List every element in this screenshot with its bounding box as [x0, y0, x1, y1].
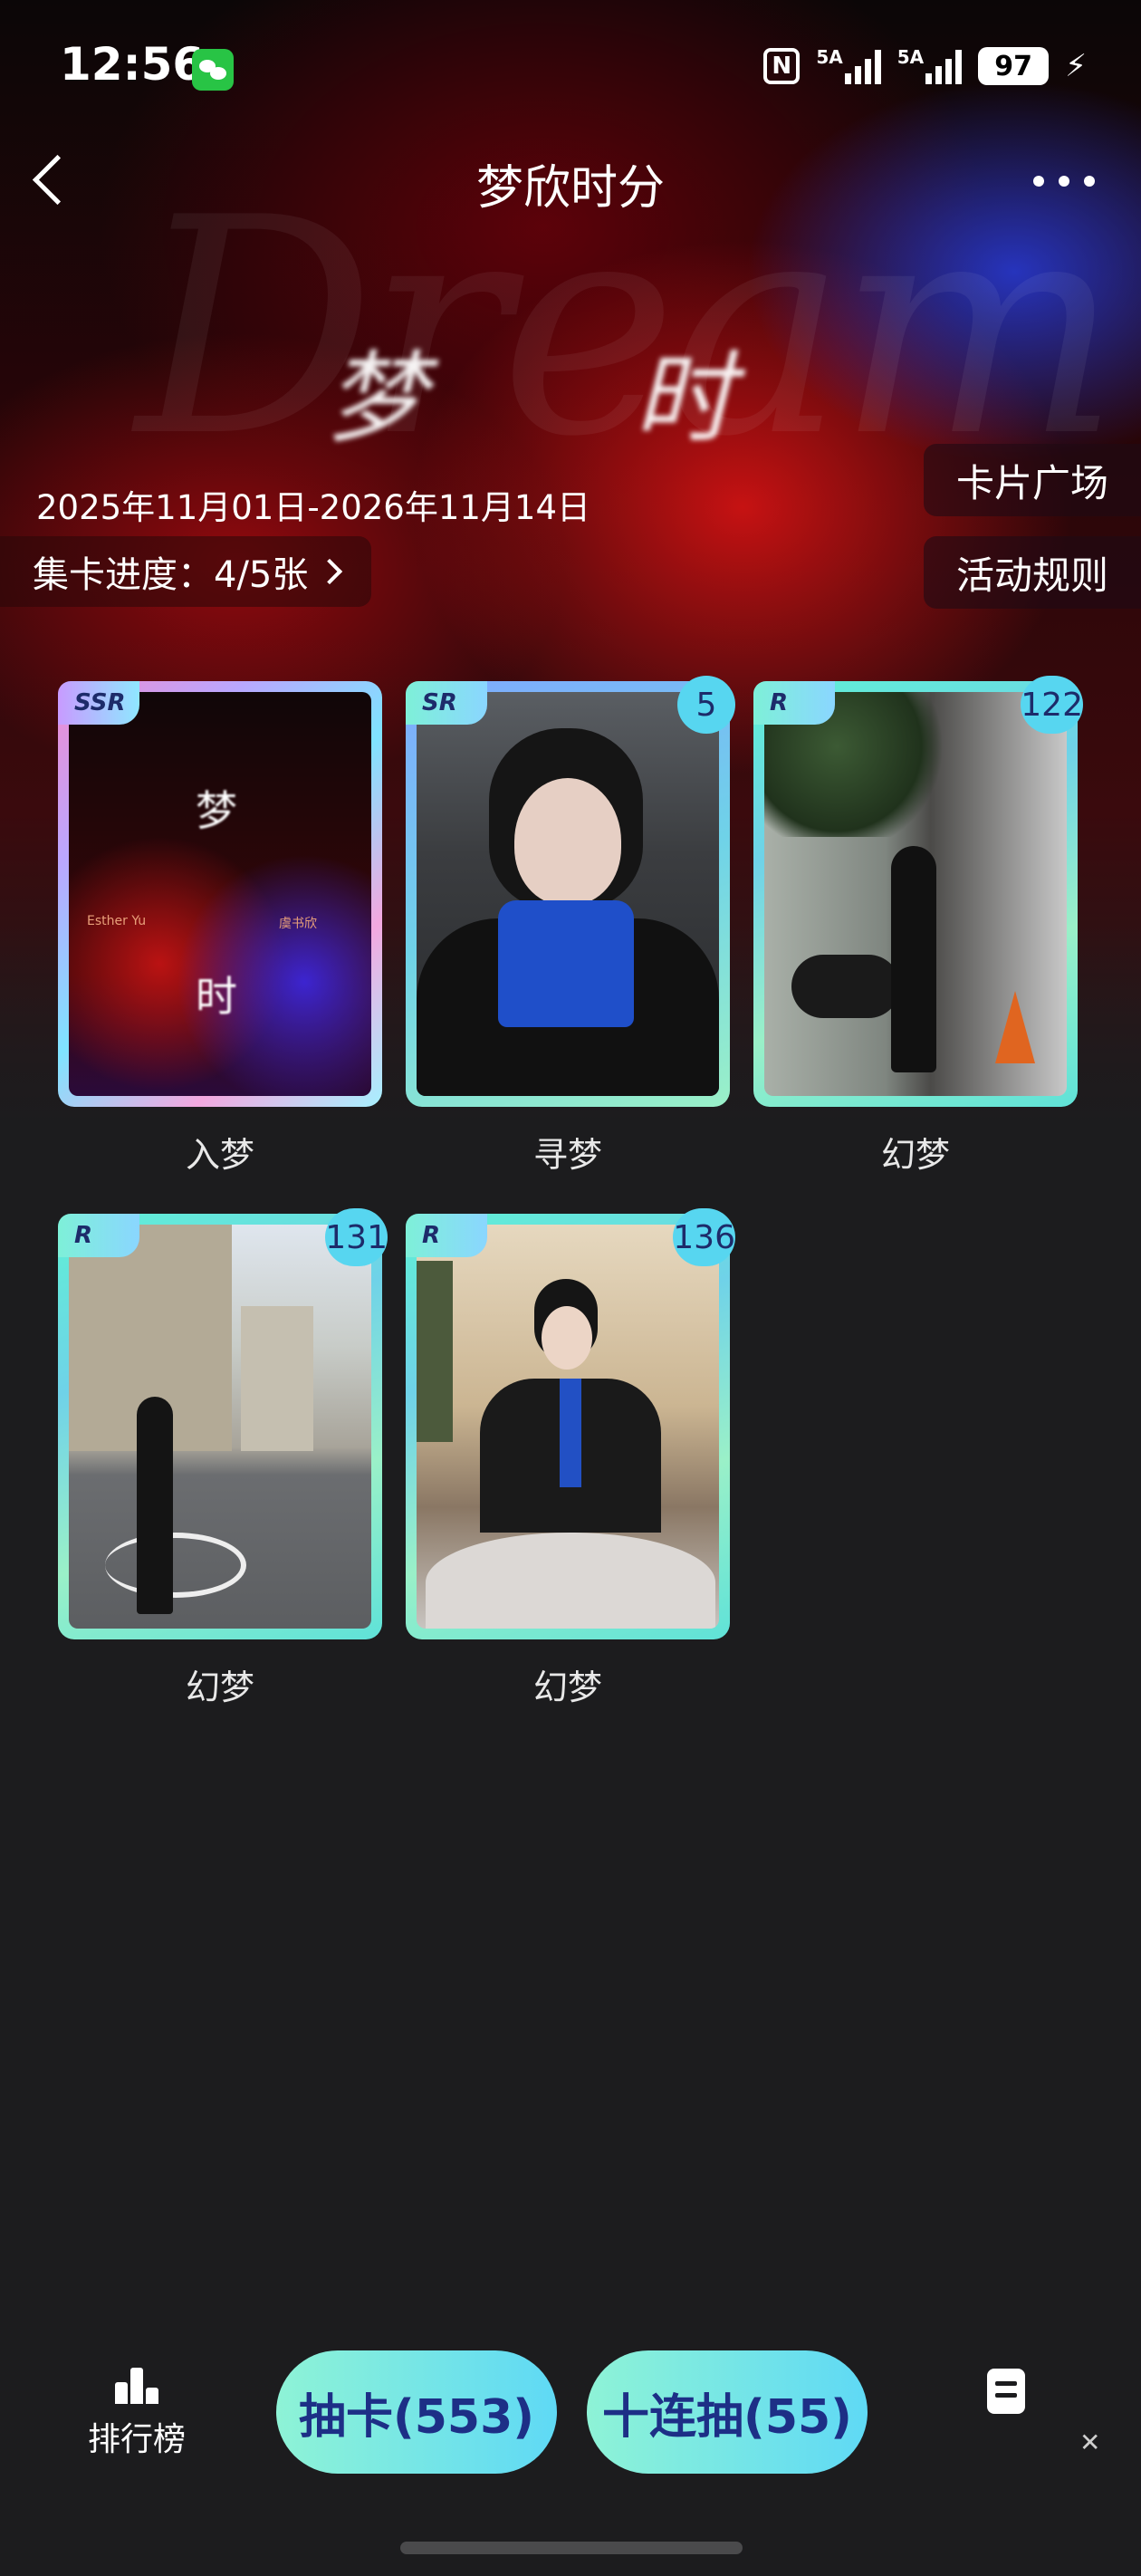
collection-progress-button[interactable]: 集卡进度：4/5张 — [0, 536, 372, 607]
card-name: 入梦 — [185, 1135, 254, 1175]
network-label-1: 5A — [816, 46, 843, 68]
ranking-label: 排行榜 — [87, 2421, 186, 2458]
status-time: 12:56 — [60, 38, 205, 91]
rarity-badge: R — [753, 681, 835, 725]
card-photo — [417, 1225, 719, 1629]
card-count-badge: 136 — [673, 1208, 735, 1266]
card-r[interactable]: R 136 — [406, 1208, 735, 1639]
charging-icon: ⚡ — [1065, 48, 1087, 84]
signal-1: 5A — [816, 46, 881, 84]
card-photo — [69, 1225, 371, 1629]
nfc-icon: N — [763, 48, 801, 84]
status-bar: 12:56 N 5A 5A 97 ⚡ — [0, 0, 1141, 136]
battery-level: 97 — [994, 50, 1032, 82]
card-photo — [417, 692, 719, 1096]
card-count-badge: 131 — [325, 1208, 388, 1266]
card-r[interactable]: R 131 — [58, 1208, 388, 1639]
card-photo — [764, 692, 1067, 1096]
card-name: 幻梦 — [880, 1135, 950, 1175]
more-options-button[interactable] — [1023, 163, 1105, 199]
hero-logo-left: 梦 — [326, 341, 426, 457]
card-art-artist-cn: 虞书欣 — [279, 917, 317, 931]
signal-bars-icon — [925, 48, 963, 84]
card-ssr[interactable]: 梦 Esther Yu 虞书欣 时 SSR — [58, 681, 382, 1107]
rarity-badge: SSR — [58, 681, 139, 725]
ranking-button[interactable]: 排行榜 — [86, 2366, 187, 2460]
hero-logo-right: 时 — [634, 341, 734, 457]
ranking-icon — [113, 2366, 160, 2404]
network-label-2: 5A — [896, 46, 925, 68]
rarity-badge: SR — [406, 681, 487, 725]
wechat-icon — [192, 49, 234, 91]
card-count-badge: 5 — [677, 676, 735, 734]
card-count-badge: 122 — [1021, 676, 1083, 734]
card-plaza-button[interactable]: 卡片广场 — [923, 444, 1141, 516]
card-art-artist: Esther Yu — [87, 914, 147, 928]
ten-draw-button[interactable]: 十连抽(55) — [587, 2350, 868, 2474]
notes-icon[interactable] — [987, 2369, 1025, 2414]
card-sr[interactable]: SR 5 — [406, 676, 735, 1107]
draw-card-button[interactable]: 抽卡(553) — [276, 2350, 557, 2474]
status-indicators: N 5A 5A 97 ⚡ — [763, 47, 1087, 85]
battery-icon: 97 — [978, 47, 1050, 85]
signal-2: 5A — [896, 46, 963, 84]
card-art: 梦 Esther Yu 虞书欣 时 — [69, 692, 371, 1096]
collection-progress-label: 集卡进度：4/5张 — [33, 554, 309, 596]
card-name: 寻梦 — [532, 1135, 602, 1175]
card-art-text: 梦 — [196, 786, 237, 835]
rarity-badge: R — [406, 1214, 487, 1257]
card-name: 幻梦 — [185, 1668, 254, 1707]
card-r[interactable]: R 122 — [753, 676, 1083, 1107]
page-title: 梦欣时分 — [475, 161, 665, 216]
home-indicator[interactable] — [400, 2542, 743, 2554]
signal-bars-icon — [844, 48, 881, 84]
card-name: 幻梦 — [532, 1668, 602, 1707]
card-art-text: 时 — [196, 972, 237, 1021]
event-date-range: 2025年11月01日-2026年11月14日 — [36, 488, 590, 527]
chevron-right-icon — [317, 558, 343, 585]
activity-rules-button[interactable]: 活动规则 — [923, 536, 1141, 609]
rarity-badge: R — [58, 1214, 139, 1257]
close-icon[interactable]: ✕ — [1079, 2427, 1100, 2457]
